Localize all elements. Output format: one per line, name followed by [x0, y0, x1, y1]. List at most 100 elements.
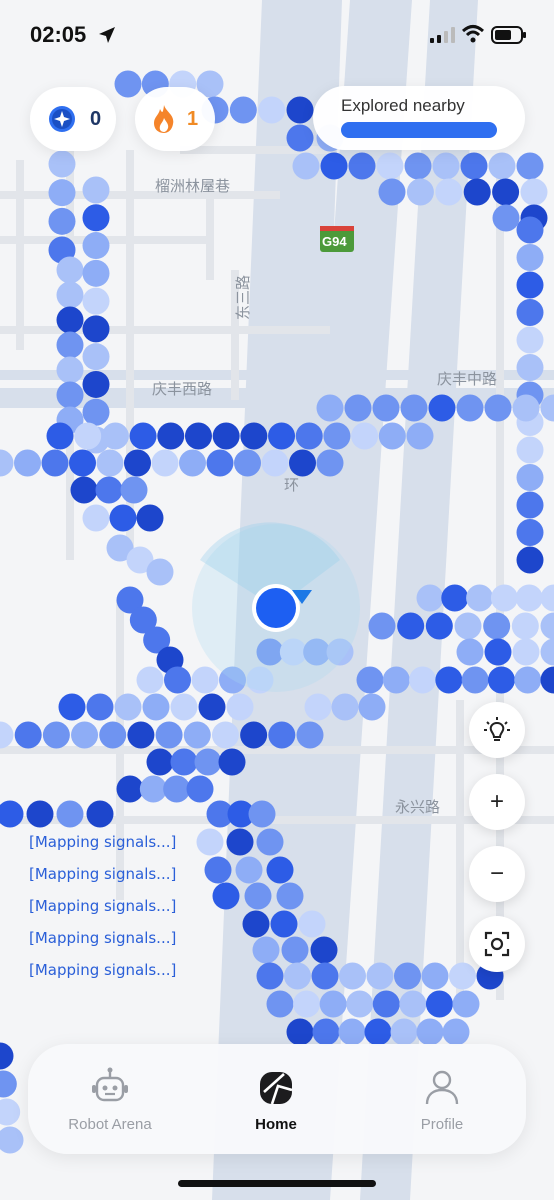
explored-dot: [56, 381, 84, 409]
zoom-in-button[interactable]: +: [469, 774, 525, 830]
explored-dot: [242, 910, 270, 938]
map-view[interactable]: 榴洲林屋巷 庆丰西路 庆丰中路 永兴路 东三路 环 G94: [0, 0, 554, 1200]
explored-dot: [58, 693, 86, 721]
explored-dot: [268, 721, 296, 749]
explored-dot: [286, 96, 314, 124]
explored-dot: [516, 491, 544, 519]
badge-counter[interactable]: 0: [30, 87, 116, 151]
home-map-icon: [260, 1072, 293, 1105]
explored-dot: [461, 666, 489, 694]
explored-dot: [198, 693, 226, 721]
explored-dot: [463, 178, 491, 206]
explored-dot: [48, 207, 76, 235]
explored-dot: [331, 693, 359, 721]
explored-dot: [46, 422, 74, 450]
explored-dot: [416, 584, 444, 612]
nav-label: Robot Arena: [68, 1116, 152, 1133]
location-arrow-icon: [99, 27, 115, 43]
explored-dot: [378, 422, 406, 450]
explored-dot: [399, 990, 427, 1018]
explored-dot: [70, 476, 98, 504]
explored-dot: [511, 612, 539, 640]
explored-dot: [319, 990, 347, 1018]
streak-count: 1: [187, 107, 199, 130]
recenter-button[interactable]: [469, 916, 525, 972]
explored-dot: [268, 422, 296, 450]
explored-dot: [492, 178, 520, 206]
explored-dot: [296, 721, 324, 749]
explored-dot: [516, 244, 544, 271]
explored-dot: [516, 216, 544, 244]
log-line: [Mapping signals...]: [29, 961, 177, 979]
nav-item-profile[interactable]: Profile: [372, 1066, 512, 1133]
explored-dot: [372, 990, 400, 1018]
explored-dot: [204, 856, 232, 884]
explored-dot: [376, 152, 404, 180]
explored-dot: [454, 612, 482, 640]
explored-dot: [240, 721, 268, 749]
explored-dot: [56, 800, 84, 828]
explored-dot: [114, 70, 142, 98]
explored-dot: [289, 449, 316, 477]
nav-item-home[interactable]: Home: [206, 1066, 346, 1133]
explored-dot: [409, 666, 437, 694]
explored-dot: [14, 721, 42, 749]
explored-dot: [0, 1098, 21, 1126]
explored-dot: [196, 828, 224, 856]
explored-dot: [512, 394, 540, 422]
explored-dot: [338, 1018, 366, 1046]
explored-dot: [226, 693, 254, 721]
explored-dot: [346, 990, 374, 1018]
explored-dot: [516, 271, 544, 299]
explored-dot: [400, 394, 428, 422]
explored-dot: [186, 775, 214, 803]
home-indicator: [178, 1180, 376, 1187]
explored-dot: [372, 394, 400, 422]
explored-dot: [0, 1070, 17, 1098]
explored-dot: [456, 394, 484, 422]
mapping-log: [Mapping signals...] [Mapping signals...…: [29, 832, 176, 992]
explored-dot: [14, 449, 41, 477]
explored-dot: [136, 666, 164, 694]
streak-counter[interactable]: 1: [135, 87, 215, 151]
explored-dot: [163, 775, 191, 803]
explored-dot: [146, 748, 174, 776]
badge-count: 0: [90, 107, 102, 130]
explored-dot: [284, 962, 311, 990]
plus-icon: +: [489, 788, 504, 815]
explored-dot: [270, 910, 298, 938]
person-icon: [425, 1070, 459, 1105]
lightbulb-button[interactable]: [469, 702, 525, 758]
explored-dot: [421, 962, 449, 990]
explored-dot: [120, 476, 148, 504]
explored-dot: [86, 693, 114, 721]
explored-dot: [298, 910, 326, 938]
explored-dot: [0, 721, 14, 749]
explored-dot: [432, 152, 460, 180]
explored-dot: [492, 204, 520, 232]
explored-dot: [0, 1126, 24, 1154]
explored-dot: [0, 449, 14, 477]
explored-dot: [368, 612, 396, 640]
explored-dot: [366, 962, 394, 990]
explored-dot: [304, 693, 332, 721]
explored-dot: [516, 464, 544, 491]
explored-dot: [286, 124, 314, 152]
explored-dot: [452, 990, 480, 1018]
nav-item-robot-arena[interactable]: Robot Arena: [40, 1066, 180, 1133]
explored-dot: [42, 721, 70, 749]
zoom-out-button[interactable]: −: [469, 846, 525, 902]
road-label: 庆丰西路: [152, 380, 212, 398]
explored-dot: [129, 422, 157, 450]
explore-progress-card[interactable]: Explored nearby: [313, 86, 525, 150]
explored-dot: [512, 638, 540, 666]
explored-dot: [179, 449, 206, 477]
explored-dot: [261, 449, 289, 477]
explored-dot: [74, 422, 102, 450]
explored-dot: [266, 856, 294, 884]
explored-dot: [139, 775, 167, 803]
explored-dot: [82, 259, 110, 287]
explored-dot: [484, 394, 512, 422]
explored-dot: [449, 962, 476, 990]
explored-dot: [516, 152, 544, 180]
